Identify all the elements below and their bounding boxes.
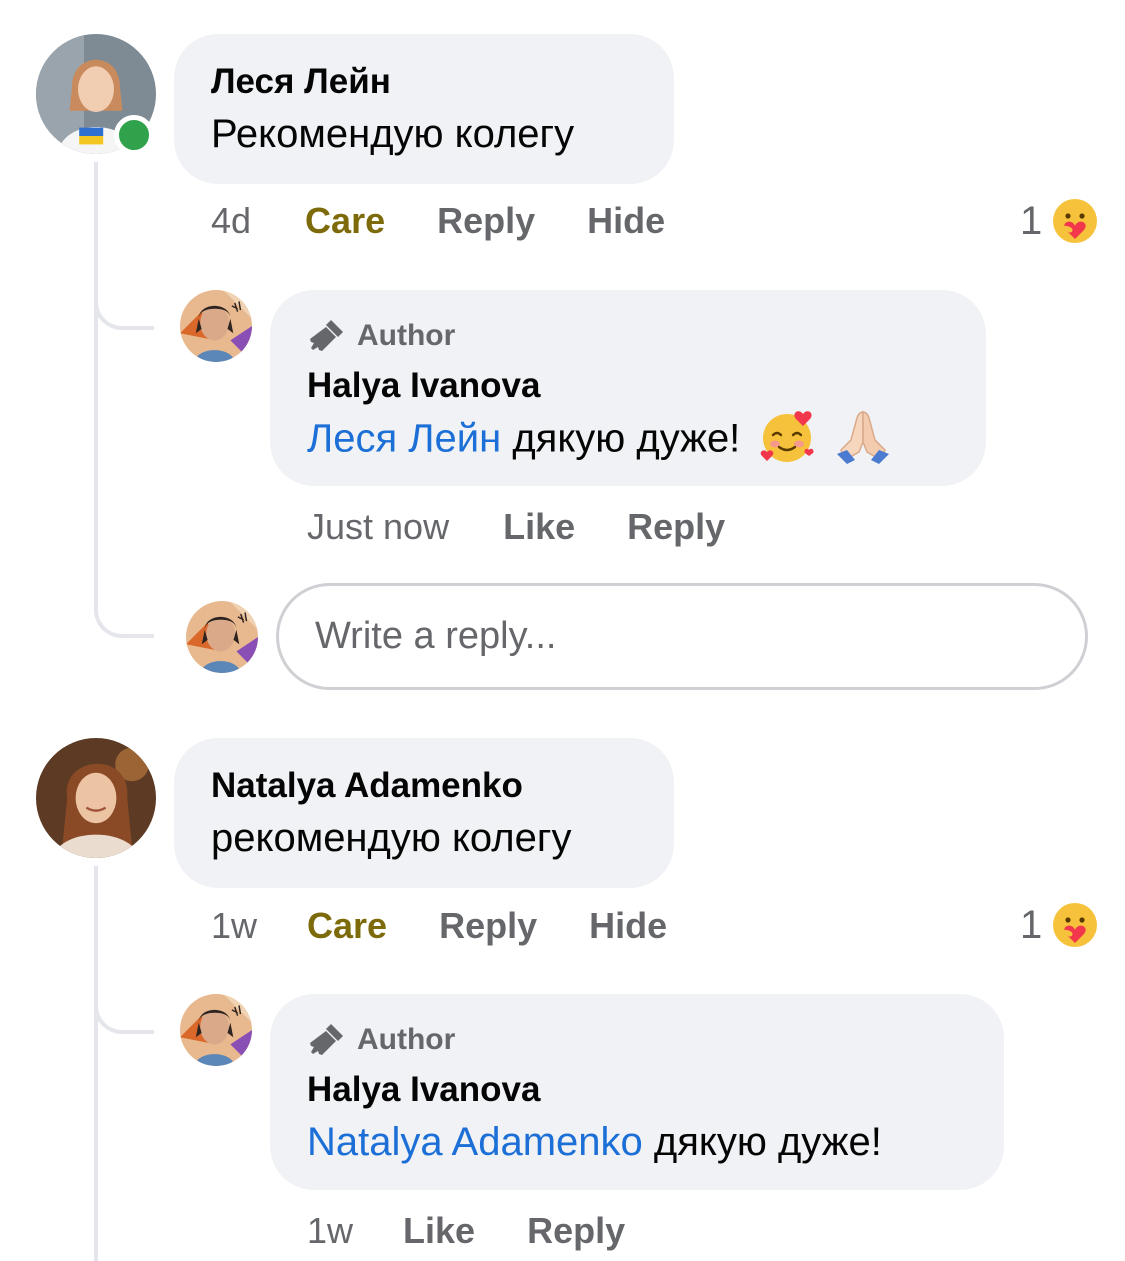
online-status-indicator (114, 115, 154, 155)
like-button[interactable]: Like (403, 1210, 475, 1252)
hide-button[interactable]: Hide (589, 905, 667, 947)
comment-bubble-2 (174, 738, 674, 888)
comment-text: рекомендую колегу (211, 816, 572, 860)
care-emoji-icon (1050, 900, 1100, 950)
reply-timestamp[interactable]: 1w (307, 1210, 353, 1252)
comment-author[interactable]: Леся Лейн (211, 62, 391, 102)
comment-bubble-1 (174, 34, 674, 184)
thread-branch-2a (94, 976, 154, 1034)
hide-button[interactable]: Hide (587, 200, 665, 242)
comment-actions-1: 4d Care Reply Hide (211, 200, 665, 242)
reply-actions-1: Just now Like Reply (307, 506, 725, 548)
comment-author[interactable]: Natalya Adamenko (211, 766, 523, 806)
care-emoji-icon (1050, 196, 1100, 246)
reply-message: дякую дуже! (512, 416, 741, 461)
avatar-natalya[interactable] (36, 738, 156, 858)
reply-author[interactable]: Halya Ivanova (307, 1070, 540, 1110)
avatar-halya[interactable] (180, 994, 252, 1066)
comment-text: Рекомендую колегу (211, 112, 575, 156)
smiling-face-with-hearts-icon (759, 406, 819, 466)
comment-timestamp[interactable]: 1w (211, 905, 257, 947)
author-badge: Author (307, 316, 455, 356)
write-reply-placeholder: Write a reply... (315, 615, 557, 657)
comment-actions-2: 1w Care Reply Hide (211, 905, 667, 947)
reply-timestamp[interactable]: Just now (307, 506, 449, 548)
reply-button[interactable]: Reply (527, 1210, 625, 1252)
current-user-avatar (186, 601, 258, 673)
reply-button[interactable]: Reply (439, 905, 537, 947)
reply-actions-2: 1w Like Reply (307, 1210, 625, 1252)
thread-branch-1b (94, 580, 154, 638)
reaction-summary-2[interactable]: 1 (1020, 900, 1100, 950)
avatar-halya[interactable] (180, 290, 252, 362)
reaction-count: 1 (1020, 198, 1043, 243)
microphone-icon (307, 316, 347, 356)
microphone-icon (307, 1020, 347, 1060)
thread-line-2 (94, 866, 98, 1261)
thread-line-1 (94, 162, 98, 582)
write-reply-input[interactable]: Write a reply... (276, 583, 1088, 690)
reply-text: Леся Лейн дякую дуже! (307, 416, 893, 466)
like-button[interactable]: Like (503, 506, 575, 548)
reply-message: дякую дуже! (653, 1120, 882, 1164)
reply-button[interactable]: Reply (627, 506, 725, 548)
care-reaction-button[interactable]: Care (305, 200, 385, 242)
reply-button[interactable]: Reply (437, 200, 535, 242)
reaction-count: 1 (1020, 902, 1043, 947)
author-badge-label: Author (357, 1023, 456, 1056)
reaction-summary-1[interactable]: 1 (1020, 196, 1100, 246)
thread-branch-1a (94, 272, 154, 330)
reply-text: Natalya Adamenko дякую дуже! (307, 1120, 882, 1165)
author-badge: Author (307, 1020, 455, 1060)
mention-link[interactable]: Natalya Adamenko (307, 1120, 643, 1164)
author-badge-label: Author (357, 319, 456, 352)
care-reaction-button[interactable]: Care (307, 905, 387, 947)
mention-link[interactable]: Леся Лейн (307, 417, 501, 461)
reply-author[interactable]: Halya Ivanova (307, 366, 540, 406)
folded-hands-icon (833, 406, 893, 466)
comment-timestamp[interactable]: 4d (211, 200, 251, 242)
